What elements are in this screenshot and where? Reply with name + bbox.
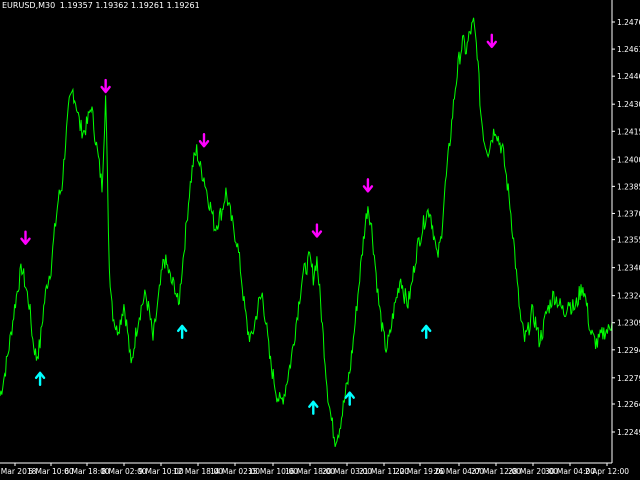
price-tick-label: 1.22945 xyxy=(617,346,640,355)
price-tick-label: 1.23095 xyxy=(617,319,640,328)
chart-window[interactable]: 1.24760 1.24610 1.24460 1.24305 1.24155 1.240… xyxy=(0,0,640,480)
time-tick-label: 2 Apr 12:00 xyxy=(585,467,629,476)
price-tick-label: 1.23400 xyxy=(617,264,640,273)
chart-background xyxy=(0,0,640,480)
price-tick-label: 1.23555 xyxy=(617,236,640,245)
price-tick-label: 1.23700 xyxy=(617,209,640,218)
price-tick-label: 1.24760 xyxy=(617,18,640,27)
price-tick-label: 1.22645 xyxy=(617,400,640,409)
price-tick-label: 1.24155 xyxy=(617,127,640,136)
price-tick-label: 1.22490 xyxy=(617,428,640,437)
price-tick-label: 1.24610 xyxy=(617,45,640,54)
ohlc-prices: 1.19357 1.19362 1.19261 1.19261 xyxy=(59,1,200,10)
price-tick-label: 1.23245 xyxy=(617,292,640,301)
price-tick-label: 1.22790 xyxy=(617,374,640,383)
chart-header: EURUSD,M30 1.19357 1.19362 1.19261 1.192… xyxy=(2,0,202,12)
price-tick-label: 1.24460 xyxy=(617,72,640,81)
symbol-timeframe: EURUSD,M30 xyxy=(2,1,56,10)
price-tick-label: 1.24000 xyxy=(617,155,640,164)
price-tick-label: 1.24305 xyxy=(617,100,640,109)
price-chart[interactable]: 1.24760 1.24610 1.24460 1.24305 1.24155 1.240… xyxy=(0,0,640,480)
price-tick-label: 1.23850 xyxy=(617,182,640,191)
